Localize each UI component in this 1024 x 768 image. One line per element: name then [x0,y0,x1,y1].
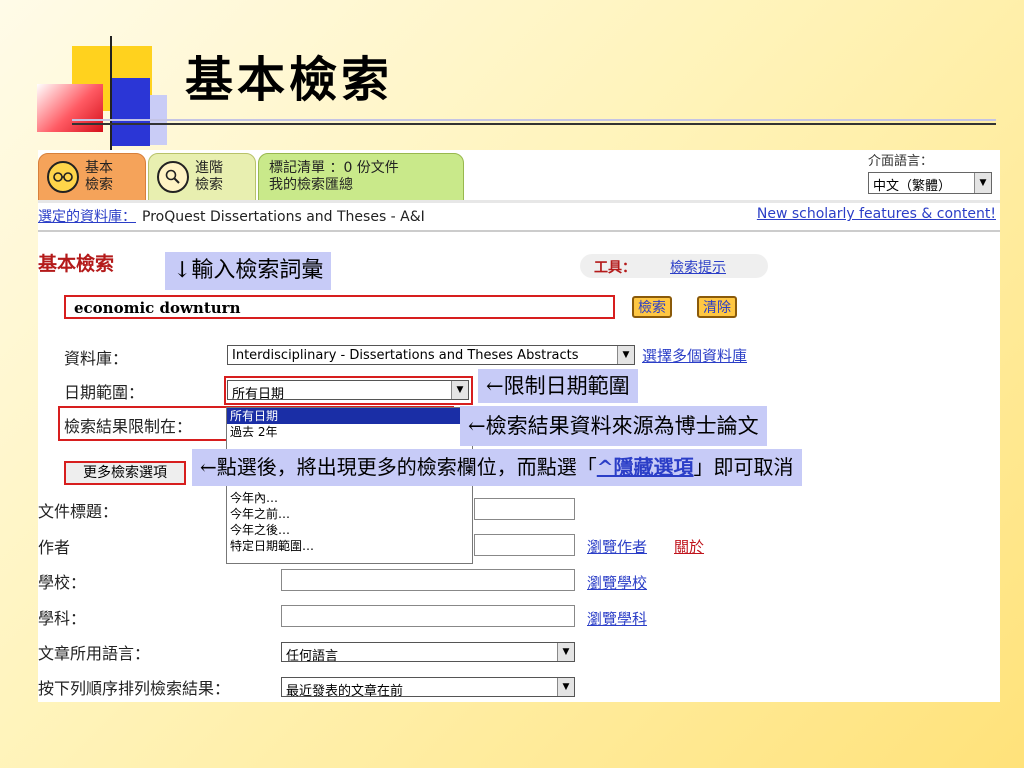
more-search-options-button[interactable]: 更多檢索選項 [64,461,186,485]
divider [38,230,1000,232]
deco-shadow-line [72,119,996,121]
author-label: 作者 [38,538,71,557]
annotation-source-dissertations: ←檢索結果資料來源為博士論文 [460,406,767,446]
search-tips-link[interactable]: 檢索提示 [670,257,726,277]
annotation-enter-terms: ↓輸入檢索詞彙 [165,252,332,290]
search-input[interactable]: economic downturn [64,295,615,319]
language-select[interactable]: 任何語言 ▼ [281,642,575,662]
selected-database-value: ProQuest Dissertations and Theses - A&I [142,209,425,225]
slide-title: 基本檢索 [185,52,394,108]
browse-school-link[interactable]: 瀏覽學校 [587,572,647,593]
interface-language-select[interactable]: 中文（繁體） ▼ [868,172,992,194]
section-title: 基本檢索 [38,253,115,275]
new-features-link[interactable]: New scholarly features & content! [757,206,996,222]
date-highlight-box [224,376,473,405]
tab-advanced-search[interactable]: 進階 檢索 [148,153,256,201]
school-label: 學校： [38,573,87,592]
clear-button[interactable]: 清除 [697,296,737,318]
search-button[interactable]: 檢索 [632,296,672,318]
selected-database-link[interactable]: 選定的資料庫： [38,209,136,225]
deco-blue-bar [112,78,150,146]
document-title-input[interactable] [474,498,575,520]
date-option[interactable]: 今年之後… [227,522,472,538]
tab-basic-search[interactable]: 基本 檢索 [38,153,146,201]
subject-label: 學科： [38,609,87,628]
document-title-label: 文件標題： [38,502,119,521]
database-select[interactable]: Interdisciplinary - Dissertations and Th… [227,345,635,365]
subject-input[interactable] [281,605,575,627]
chevron-down-icon: ▼ [617,346,634,364]
browse-subject-link[interactable]: 瀏覽學科 [587,608,647,629]
tab-label: 進階 檢索 [195,160,223,193]
selected-database-line: 選定的資料庫： ProQuest Dissertations and Theses… [38,206,1000,228]
select-multiple-databases-link[interactable]: 選擇多個資料庫 [642,345,747,366]
sort-label: 按下列順序排列檢索結果： [38,679,231,698]
annotation-more-fields: ←點選後，將出現更多的檢索欄位，而點選「^隱藏選項」即可取消 [192,449,802,486]
glasses-icon [47,161,79,193]
author-input[interactable] [474,534,575,556]
date-option[interactable]: 今年內… [227,490,472,506]
browse-author-link[interactable]: 瀏覽作者 [587,536,647,557]
date-option[interactable]: 今年之前… [227,506,472,522]
about-link[interactable]: 關於 [674,536,704,557]
deco-horizontal-line [72,123,996,125]
tools-label: 工具： [594,260,636,276]
sort-select[interactable]: 最近發表的文章在前 ▼ [281,677,575,697]
chevron-down-icon: ▼ [557,643,574,661]
chevron-down-icon: ▼ [974,173,991,193]
chevron-down-icon: ▼ [557,678,574,696]
tab-label: 基本 檢索 [85,160,113,193]
date-option[interactable]: 所有日期 [227,408,472,424]
tab-label: 標記清單 ：0 份文件 我的檢索匯總 [269,160,399,193]
school-input[interactable] [281,569,575,591]
date-option[interactable]: 過去 2年 [227,424,472,440]
database-label: 資料庫： [64,349,129,368]
tab-marked-list[interactable]: 標記清單 ：0 份文件 我的檢索匯總 [258,153,464,201]
deco-vertical-line [110,36,112,151]
interface-language-label: 介面語言： [868,154,934,169]
divider [38,200,1000,203]
magnifier-icon [157,161,189,193]
date-range-label: 日期範圍： [64,383,145,402]
date-option[interactable]: 特定日期範圍… [227,538,472,554]
language-label: 文章所用語言： [38,644,151,663]
tools-bar: 工具： 檢索提示 [580,254,768,278]
annotation-limit-date: ←限制日期範圍 [478,369,638,403]
hide-options-link[interactable]: ^隱藏選項 [597,455,694,479]
